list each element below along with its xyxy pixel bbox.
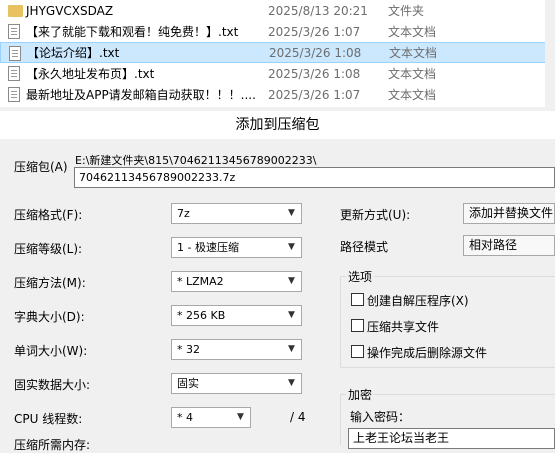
pathmode-select[interactable]: 相对路径	[463, 235, 555, 256]
update-label: 更新方式(U):	[340, 208, 411, 222]
file-name: 最新地址及APP请发邮箱自动获取！！！....	[26, 88, 256, 102]
word-value: * 32	[177, 343, 200, 356]
pathmode-value: 相对路径	[469, 238, 518, 252]
shared-checkbox[interactable]	[351, 319, 364, 332]
file-date: 2025/8/13 20:21	[268, 3, 368, 18]
file-row[interactable]: 【来了就能下载和观看！纯免费！】.txt2025/3/26 1:07文本文档2	[0, 21, 555, 42]
format-select[interactable]: 7z ▼	[171, 203, 302, 224]
file-date: 2025/3/26 1:07	[268, 24, 361, 39]
file-row[interactable]: 【永久地址发布页】.txt2025/3/26 1:08文本文档1	[0, 63, 555, 84]
file-type: 文本文档	[388, 67, 437, 81]
file-date: 2025/3/26 1:08	[268, 66, 361, 81]
chevron-down-icon: ▼	[288, 378, 295, 388]
file-type: 文本文档	[388, 25, 437, 39]
update-value: 添加并替换文件	[469, 206, 554, 220]
file-name: JHYGVCXSDAZ	[26, 3, 114, 18]
method-value: * LZMA2	[177, 275, 224, 288]
folder-icon	[8, 5, 23, 17]
pathmode-label: 路径模式	[340, 240, 389, 254]
text-file-icon	[8, 24, 20, 39]
dict-select[interactable]: * 256 KB ▼	[171, 305, 302, 326]
file-row[interactable]: 【论坛介绍】.txt2025/3/26 1:08文本文档2	[0, 42, 555, 63]
sfx-label: 创建自解压程序(X)	[367, 294, 469, 308]
delete-label: 操作完成后删除源文件	[367, 346, 488, 360]
dict-value: * 256 KB	[177, 309, 226, 322]
file-row[interactable]: 最新地址及APP请发邮箱自动获取！！！.... 2025/3/26 1:07 文本文…	[0, 84, 555, 105]
word-label: 单词大小(W):	[14, 344, 88, 358]
file-type: 文本文档	[389, 46, 438, 60]
update-select[interactable]: 添加并替换文件	[463, 203, 555, 224]
level-value: 1 - 极速压缩	[177, 241, 239, 254]
file-date: 2025/3/26 1:07	[268, 87, 361, 102]
dialog-title: 添加到压缩包	[0, 111, 555, 139]
options-label: 选项	[346, 268, 375, 285]
solid-label: 固实数据大小:	[14, 378, 91, 392]
file-type: 文件夹	[388, 4, 425, 18]
sfx-checkbox[interactable]	[351, 293, 364, 306]
file-list-scrollbar[interactable]	[545, 0, 555, 107]
method-label: 压缩方法(M):	[14, 276, 86, 290]
cpu-select[interactable]: * 4 ▼	[171, 407, 251, 428]
file-name: 【永久地址发布页】.txt	[26, 67, 155, 81]
archive-name-input[interactable]: 70462113456789002233.7z	[74, 167, 555, 188]
delete-checkbox[interactable]	[351, 345, 364, 358]
shared-label: 压缩共享文件	[367, 320, 440, 334]
solid-select[interactable]: 固实 ▼	[171, 373, 302, 394]
level-select[interactable]: 1 - 极速压缩 ▼	[171, 237, 302, 258]
text-file-icon	[8, 87, 20, 102]
chevron-down-icon: ▼	[237, 412, 244, 422]
text-file-icon	[8, 66, 20, 81]
chevron-down-icon: ▼	[288, 208, 295, 218]
encrypt-label: 加密	[346, 386, 375, 403]
format-value: 7z	[177, 207, 190, 220]
file-list: JHYGVCXSDAZ 2025/8/13 20:21 文件夹【来了就能下载和观看！…	[0, 0, 555, 107]
cpu-label: CPU 线程数:	[14, 412, 83, 426]
dict-label: 字典大小(D):	[14, 310, 85, 324]
file-row[interactable]: JHYGVCXSDAZ 2025/8/13 20:21 文件夹	[0, 0, 555, 21]
chevron-down-icon: ▼	[288, 242, 295, 252]
file-name: 【论坛介绍】.txt	[27, 46, 120, 60]
chevron-down-icon: ▼	[288, 344, 295, 354]
file-type: 文本文档	[388, 88, 437, 102]
level-label: 压缩等级(L):	[14, 242, 83, 256]
format-label: 压缩格式(F):	[14, 208, 83, 222]
text-file-icon	[9, 46, 21, 61]
chevron-down-icon: ▼	[288, 310, 295, 320]
chevron-down-icon: ▼	[288, 276, 295, 286]
password-input[interactable]: 上老王论坛当老王	[348, 428, 555, 449]
file-date: 2025/3/26 1:08	[269, 45, 362, 60]
file-name: 【来了就能下载和观看！纯免费！】.txt	[26, 25, 239, 39]
cpu-total: / 4	[290, 410, 306, 424]
archive-path: E:\新建文件夹\815\70462113456789002233\	[75, 154, 317, 167]
password-label: 输入密码：	[350, 410, 411, 424]
archive-label: 压缩包(A)	[14, 160, 68, 174]
solid-value: 固实	[177, 377, 199, 390]
method-select[interactable]: * LZMA2 ▼	[171, 271, 302, 292]
cpu-value: * 4	[177, 411, 193, 424]
word-select[interactable]: * 32 ▼	[171, 339, 302, 360]
